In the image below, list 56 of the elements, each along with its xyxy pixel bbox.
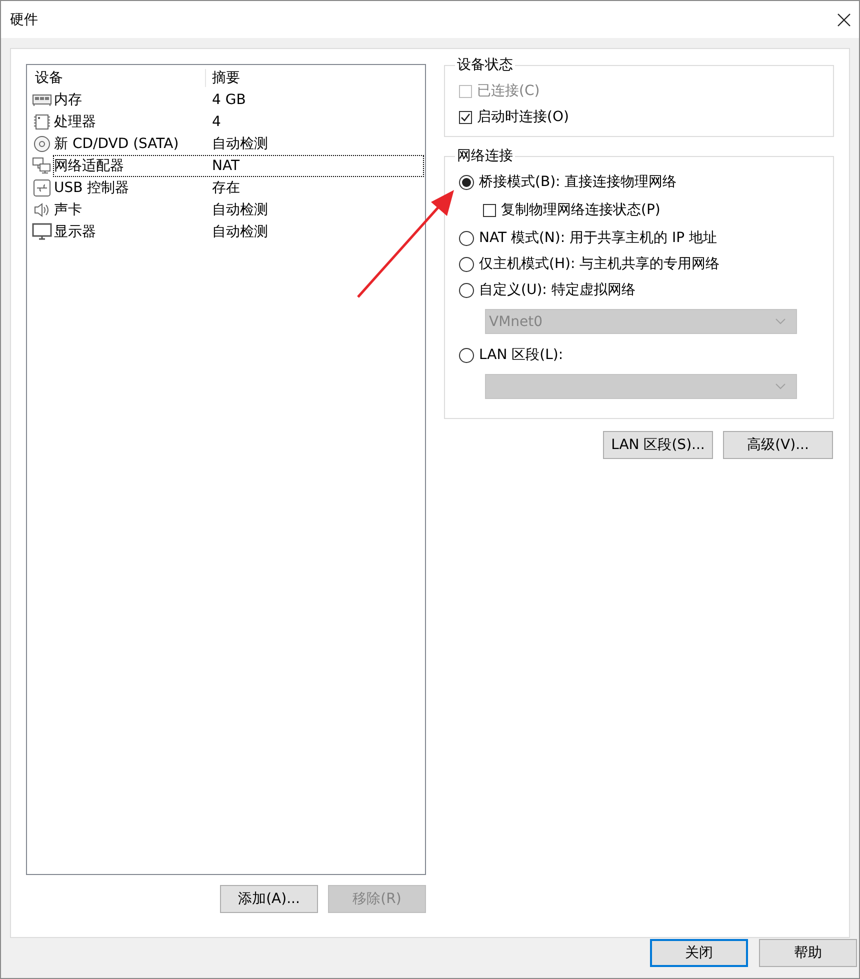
disc-icon [33,135,51,153]
group-title: 网络连接 [456,147,514,165]
radio-label: 自定义(U): 特定虚拟网络 [479,281,636,299]
device-name: USB 控制器 [54,179,130,197]
device-row[interactable]: 网络适配器 NAT [53,155,424,177]
group-title: 设备状态 [456,56,514,74]
button[interactable]: 帮助 [759,939,857,967]
device-row[interactable]: 显示器 自动检测 [53,221,424,243]
device-row[interactable]: 内存 4 GB [53,89,424,111]
device-summary: 4 GB [211,92,247,108]
device-name: 新 CD/DVD (SATA) [54,135,180,153]
radio-label: LAN 区段(L): [479,346,564,364]
radio-label: 仅主机模式(H): 与主机共享的专用网络 [479,255,720,273]
radio-label: NAT 模式(N): 用于共享主机的 IP 地址 [479,229,717,247]
checkbox[interactable] [483,204,496,216]
network-icon [32,157,52,175]
button[interactable]: 高级(V)... [723,431,833,459]
radio-button[interactable] [459,282,474,298]
button[interactable]: 关闭 [650,939,748,967]
window-title: 硬件 [10,10,38,28]
device-summary: 自动检测 [211,223,269,241]
device-row[interactable]: 处理器 4 [53,111,424,133]
device-name: 内存 [54,91,83,109]
column-header[interactable]: 摘要 [205,69,425,87]
usb-icon [33,179,51,197]
monitor-icon [32,223,52,241]
checkbox-label: 启动时连接(O) [477,108,569,126]
device-name: 显示器 [54,223,97,241]
radio-button[interactable] [459,256,474,272]
radio-label: 桥接模式(B): 直接连接物理网络 [479,173,677,191]
checkbox-label: 已连接(C) [477,82,540,100]
checkbox-label: 复制物理网络连接状态(P) [501,201,660,219]
button[interactable]: 添加(A)... [220,885,318,913]
chevron-icon [775,383,786,390]
close-icon[interactable] [837,12,851,26]
radio-button[interactable] [459,348,474,362]
column-header[interactable]: 设备 [31,69,205,87]
device-summary: NAT [211,158,241,174]
device-row[interactable]: 声卡 自动检测 [53,199,424,221]
device-name: 声卡 [54,201,83,219]
device-row[interactable]: USB 控制器 存在 [53,177,424,199]
chevron-icon [775,318,786,325]
device-summary: 自动检测 [211,135,269,153]
radio-button[interactable] [459,174,474,190]
device-summary: 自动检测 [211,201,269,219]
device-summary: 4 [211,114,222,130]
checkbox[interactable] [459,110,472,124]
button[interactable]: LAN 区段(S)... [603,431,713,459]
device-name: 处理器 [54,113,97,131]
memory-icon [32,93,52,107]
device-name: 网络适配器 [54,157,125,175]
speaker-icon [33,202,51,218]
device-row[interactable]: 新 CD/DVD (SATA) 自动检测 [53,133,424,155]
chip-icon [32,113,52,131]
radio-button[interactable] [459,230,474,246]
device-summary: 存在 [211,179,241,197]
